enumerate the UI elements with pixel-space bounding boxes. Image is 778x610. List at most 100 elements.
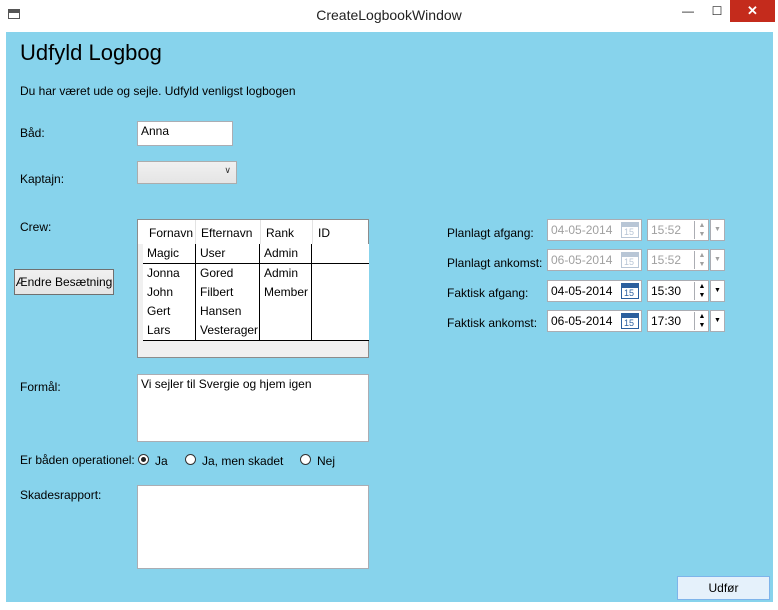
damage-report-textarea[interactable] xyxy=(137,485,369,569)
spin-down-icon[interactable]: ▼ xyxy=(695,230,709,239)
actual-arrival-time: 17:30 xyxy=(651,314,682,328)
calendar-icon[interactable]: 15 xyxy=(621,313,639,329)
actual-arrival-timepicker[interactable]: 17:30 ▲ ▼ xyxy=(647,310,709,332)
operational-label: Er båden operationel: xyxy=(20,453,135,467)
crew-row[interactable]: Jonna Gored Admin xyxy=(143,264,369,284)
crew-cell-firstname: John xyxy=(147,285,174,299)
spin-down-icon[interactable]: ▼ xyxy=(695,260,709,269)
time-spinner[interactable]: ▲ ▼ xyxy=(694,312,709,330)
cell-divider xyxy=(259,244,260,264)
planned-departure-label: Planlagt afgang: xyxy=(447,226,534,240)
time-dropdown-chevron-icon[interactable]: ▼ xyxy=(710,219,725,241)
change-crew-button[interactable]: Ændre Besætning xyxy=(14,269,114,295)
actual-departure-label: Faktisk afgang: xyxy=(447,286,529,300)
planned-departure-time: 15:52 xyxy=(651,223,682,237)
cell-divider xyxy=(259,283,260,303)
crew-cell-firstname: Lars xyxy=(147,323,171,337)
time-dropdown-chevron-icon[interactable]: ▼ xyxy=(710,280,725,302)
cell-divider xyxy=(195,264,196,284)
planned-arrival-date: 06-05-2014 xyxy=(551,253,613,267)
cell-divider xyxy=(311,321,312,341)
crew-grid-header: Fornavn Efternavn Rank ID xyxy=(138,220,368,244)
radio-no-label[interactable]: Nej xyxy=(317,454,335,468)
spin-up-icon[interactable]: ▲ xyxy=(695,251,709,260)
crew-cell-rank: Member xyxy=(264,285,309,299)
crew-cell-lastname: Filbert xyxy=(200,285,234,299)
column-header-id[interactable]: ID xyxy=(318,226,330,240)
calendar-icon[interactable]: 15 xyxy=(621,283,639,299)
time-spinner[interactable]: ▲ ▼ xyxy=(694,221,709,239)
planned-departure-date: 04-05-2014 xyxy=(551,223,613,237)
time-spinner[interactable]: ▲ ▼ xyxy=(694,251,709,269)
cell-divider xyxy=(195,283,196,303)
window-title: CreateLogbookWindow xyxy=(316,7,462,23)
submit-button[interactable]: Udfør xyxy=(677,576,770,600)
cell-divider xyxy=(259,321,260,341)
title-bar: CreateLogbookWindow — ☐ ✕ xyxy=(0,0,778,32)
crew-cell-firstname: Magic xyxy=(147,246,180,260)
actual-departure-datepicker[interactable]: 04-05-2014 15 xyxy=(547,280,642,302)
column-divider xyxy=(195,220,196,244)
calendar-icon[interactable]: 15 xyxy=(621,252,639,268)
radio-yes-damaged[interactable] xyxy=(185,454,196,465)
spin-up-icon[interactable]: ▲ xyxy=(695,312,709,321)
actual-departure-timepicker[interactable]: 15:30 ▲ ▼ xyxy=(647,280,709,302)
column-header-rank[interactable]: Rank xyxy=(266,226,294,240)
cell-divider xyxy=(311,283,312,303)
radio-yes[interactable] xyxy=(138,454,149,465)
crew-cell-lastname: Hansen xyxy=(200,304,242,318)
boat-input[interactable]: Anna xyxy=(137,121,233,146)
actual-departure-time: 15:30 xyxy=(651,284,682,298)
cell-divider xyxy=(195,244,196,264)
radio-no[interactable] xyxy=(300,454,311,465)
cell-divider xyxy=(311,302,312,322)
captain-combobox[interactable]: ∨ xyxy=(137,161,237,184)
crew-cell-lastname: Gored xyxy=(200,266,234,280)
cell-divider xyxy=(195,321,196,341)
actual-departure-date: 04-05-2014 xyxy=(551,284,613,298)
captain-label: Kaptajn: xyxy=(20,172,65,186)
column-header-firstname[interactable]: Fornavn xyxy=(149,226,193,240)
crew-label: Crew: xyxy=(20,220,52,234)
crew-cell-rank: Admin xyxy=(264,246,299,260)
chevron-down-icon: ∨ xyxy=(224,165,231,175)
calendar-icon[interactable]: 15 xyxy=(621,222,639,238)
cell-divider xyxy=(259,264,260,284)
crew-row[interactable]: Gert Hansen xyxy=(143,302,369,322)
column-divider xyxy=(312,220,313,244)
planned-arrival-label: Planlagt ankomst: xyxy=(447,256,543,270)
time-dropdown-chevron-icon[interactable]: ▼ xyxy=(710,310,725,332)
spin-up-icon[interactable]: ▲ xyxy=(695,282,709,291)
planned-arrival-timepicker[interactable]: 15:52 ▲ ▼ xyxy=(647,249,709,271)
actual-arrival-datepicker[interactable]: 06-05-2014 15 xyxy=(547,310,642,332)
window-border-bottom xyxy=(0,602,778,610)
column-header-lastname[interactable]: Efternavn xyxy=(201,226,252,240)
crew-row[interactable]: Lars Vesterager xyxy=(143,321,369,341)
time-spinner[interactable]: ▲ ▼ xyxy=(694,282,709,300)
planned-departure-datepicker[interactable]: 04-05-2014 15 xyxy=(547,219,642,241)
crew-row[interactable]: John Filbert Member xyxy=(143,283,369,303)
minimize-button[interactable]: — xyxy=(673,0,703,22)
page-title: Udfyld Logbog xyxy=(20,40,162,65)
maximize-button[interactable]: ☐ xyxy=(702,0,732,22)
crew-cell-rank: Admin xyxy=(264,266,299,280)
crew-row[interactable]: Magic User Admin xyxy=(143,244,369,264)
purpose-label: Formål: xyxy=(20,380,61,394)
time-dropdown-chevron-icon[interactable]: ▼ xyxy=(710,249,725,271)
close-button[interactable]: ✕ xyxy=(730,0,775,22)
cell-divider xyxy=(311,264,312,284)
radio-yes-damaged-label[interactable]: Ja, men skadet xyxy=(202,454,283,468)
spin-down-icon[interactable]: ▼ xyxy=(695,291,709,300)
planned-arrival-datepicker[interactable]: 06-05-2014 15 xyxy=(547,249,642,271)
column-divider xyxy=(260,220,261,244)
crew-datagrid[interactable]: Fornavn Efternavn Rank ID Magic User Adm… xyxy=(137,219,369,358)
radio-yes-label[interactable]: Ja xyxy=(155,454,168,468)
crew-cell-firstname: Gert xyxy=(147,304,171,318)
planned-departure-timepicker[interactable]: 15:52 ▲ ▼ xyxy=(647,219,709,241)
actual-arrival-label: Faktisk ankomst: xyxy=(447,316,538,330)
spin-up-icon[interactable]: ▲ xyxy=(695,221,709,230)
spin-down-icon[interactable]: ▼ xyxy=(695,321,709,330)
intro-text: Du har været ude og sejle. Udfyld venlig… xyxy=(20,84,296,98)
purpose-textarea[interactable]: Vi sejler til Svergie og hjem igen xyxy=(137,374,369,442)
damage-report-label: Skadesrapport: xyxy=(20,488,102,502)
